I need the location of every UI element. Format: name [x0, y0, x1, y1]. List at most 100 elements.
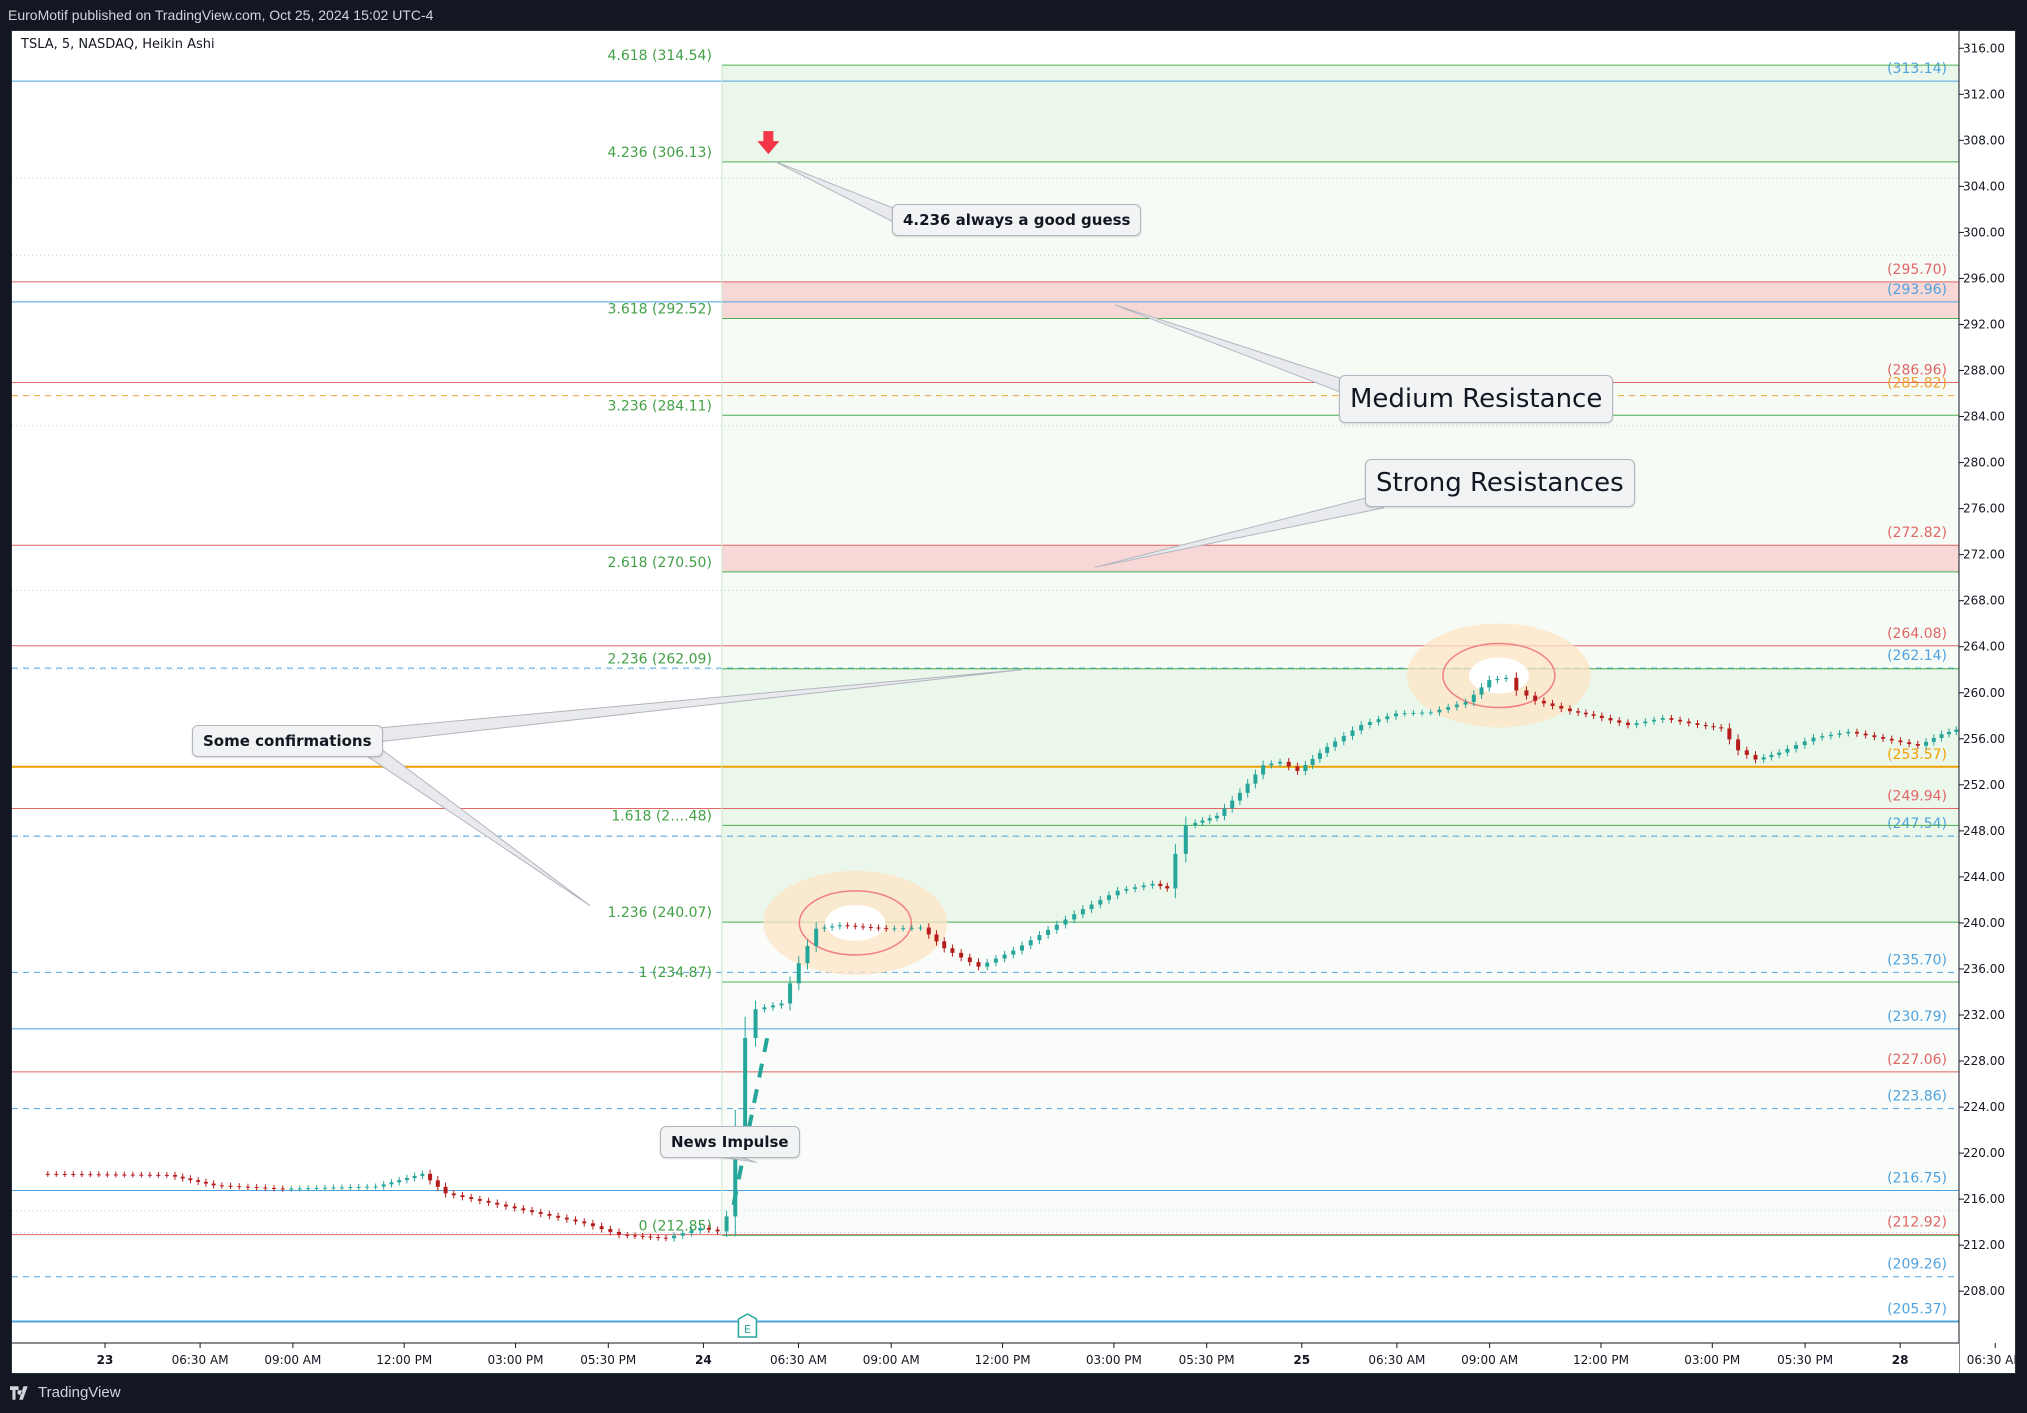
candle-body: [1559, 705, 1564, 709]
candle-body: [1341, 735, 1346, 742]
candle-body: [1411, 712, 1416, 714]
candle-body: [1583, 712, 1588, 715]
price-tick-label: 228.00: [1963, 1054, 2005, 1068]
candle-body: [538, 1212, 543, 1214]
candle-body: [404, 1178, 409, 1181]
candle-body: [306, 1188, 311, 1190]
candle-body: [1350, 730, 1355, 736]
candle-body: [656, 1237, 661, 1239]
candle-body: [976, 962, 981, 967]
price-tick-label: 260.00: [1963, 686, 2005, 700]
price-tick-label: 216.00: [1963, 1192, 2005, 1206]
candle-body: [1504, 677, 1509, 679]
annotation-medium-resistance[interactable]: Medium Resistance: [1339, 375, 1614, 423]
highlight-ring-inner: [1468, 657, 1529, 694]
candle-body: [876, 927, 881, 929]
price-tick-label: 300.00: [1963, 225, 2005, 239]
candle-body: [1837, 733, 1842, 735]
time-tick-label: 23: [97, 1353, 114, 1367]
fib-label: 4.236 (306.13): [607, 145, 711, 161]
candle-body: [640, 1235, 645, 1237]
published-header: EuroMotif published on TradingView.com, …: [8, 7, 434, 23]
candle-body: [339, 1187, 344, 1189]
candle-body: [1567, 708, 1572, 712]
candle-body: [648, 1236, 653, 1238]
candle-body: [1317, 752, 1322, 759]
level-label: (285.82): [1887, 376, 1947, 392]
candle-body: [1785, 748, 1790, 753]
candle-body: [942, 941, 947, 949]
candle-body: [1954, 729, 1959, 732]
candle-body: [1703, 724, 1708, 727]
candle-body: [122, 1174, 127, 1176]
level-label: (247.54): [1887, 816, 1947, 832]
candle-body: [289, 1188, 294, 1190]
time-tick-label: 24: [695, 1353, 712, 1367]
candle-body: [1098, 899, 1103, 905]
candle-body: [1719, 727, 1724, 729]
candle-body: [608, 1229, 613, 1232]
price-tick-label: 236.00: [1963, 962, 2005, 976]
annotation-strong-resistances[interactable]: Strong Resistances: [1365, 459, 1635, 507]
candle-body: [909, 927, 914, 929]
annotation-4236-guess[interactable]: 4.236 always a good guess: [892, 204, 1142, 236]
candle-body: [743, 1038, 748, 1131]
candle-body: [1643, 721, 1648, 724]
candle-body: [1931, 738, 1936, 742]
time-tick-label: 25: [1293, 1353, 1310, 1367]
candle-body: [814, 928, 819, 946]
fib-label: 1.618 (2….48): [611, 808, 712, 824]
candle-body: [1115, 890, 1120, 896]
candle-body: [1245, 783, 1250, 793]
candle-body: [861, 926, 866, 928]
price-tick-label: 252.00: [1963, 778, 2005, 792]
price-tick-label: 212.00: [1963, 1238, 2005, 1252]
candle-body: [853, 925, 858, 927]
candle-body: [573, 1219, 578, 1222]
candle-body: [1063, 919, 1068, 925]
candle-body: [130, 1174, 135, 1176]
candle-body: [254, 1187, 259, 1189]
candle-body: [884, 928, 889, 930]
candle-body: [381, 1184, 386, 1187]
candle-body: [1158, 883, 1163, 887]
candle-body: [672, 1235, 677, 1239]
candle-body: [1769, 754, 1774, 758]
candle-body: [1889, 738, 1894, 741]
candle-body: [1811, 737, 1816, 742]
candle-body: [314, 1187, 319, 1189]
candle-body: [503, 1204, 508, 1207]
candle-body: [779, 1003, 784, 1006]
candle-body: [1376, 719, 1381, 723]
price-tick-label: 256.00: [1963, 732, 2005, 746]
level-label: (272.82): [1887, 525, 1947, 541]
candle-body: [934, 934, 939, 942]
candle-body: [1207, 818, 1212, 821]
candle-body: [1863, 733, 1868, 736]
candle-body: [822, 927, 827, 929]
level-label: (253.57): [1887, 747, 1947, 763]
candle-body: [62, 1173, 67, 1175]
candle-body: [1915, 743, 1920, 746]
resistance-zone: [721, 281, 1959, 319]
time-tick-label: 03:00 PM: [1086, 1353, 1142, 1367]
candle-body: [796, 963, 801, 984]
candle-body: [196, 1180, 201, 1182]
chart-area[interactable]: (313.14) (295.70) (293.96) (286.96) (285.82)…: [11, 30, 2016, 1374]
candle-body: [1214, 815, 1219, 819]
price-tick-label: 268.00: [1963, 594, 2005, 608]
price-tick-label: 244.00: [1963, 870, 2005, 884]
price-tick-label: 264.00: [1963, 640, 2005, 654]
candle-body: [530, 1210, 535, 1213]
annotation-some-confirmations[interactable]: Some confirmations: [192, 725, 383, 757]
candle-body: [1711, 726, 1716, 728]
candle-body: [1652, 719, 1657, 722]
candle-body: [1183, 825, 1188, 854]
candle-body: [1165, 886, 1170, 889]
candle-body: [521, 1208, 526, 1211]
candle-body: [1550, 703, 1555, 706]
candle-body: [892, 928, 897, 930]
price-tick-label: 232.00: [1963, 1008, 2005, 1022]
candle-body: [460, 1195, 465, 1198]
annotation-news-impulse[interactable]: News Impulse: [660, 1126, 800, 1158]
